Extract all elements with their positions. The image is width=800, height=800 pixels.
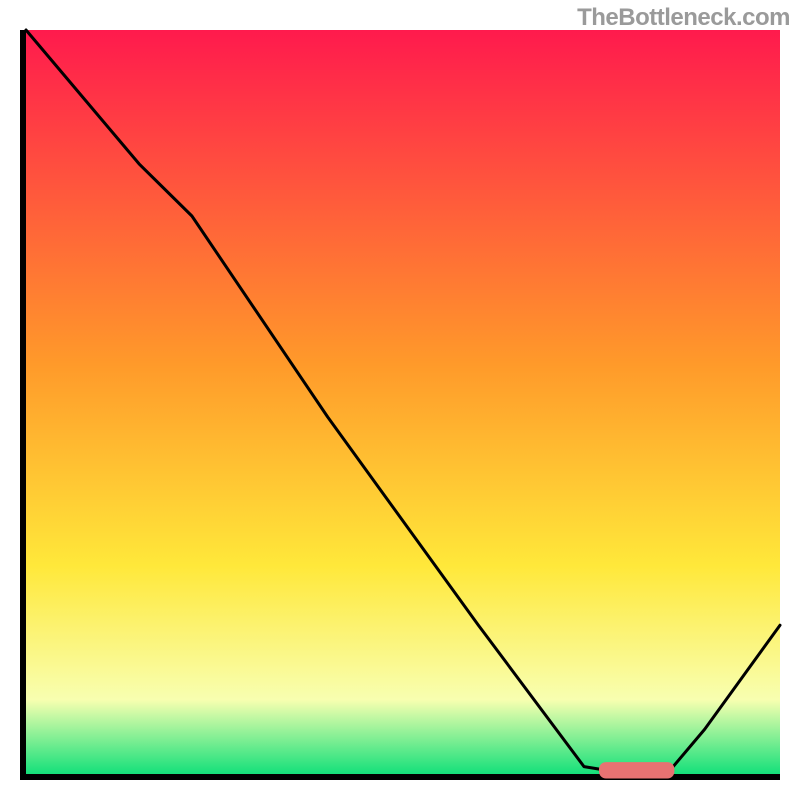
line-svg <box>26 30 780 774</box>
watermark-text: TheBottleneck.com <box>577 4 790 32</box>
optimal-range-marker <box>599 762 674 778</box>
chart-container: TheBottleneck.com <box>0 0 800 800</box>
bottleneck-curve <box>26 30 780 774</box>
